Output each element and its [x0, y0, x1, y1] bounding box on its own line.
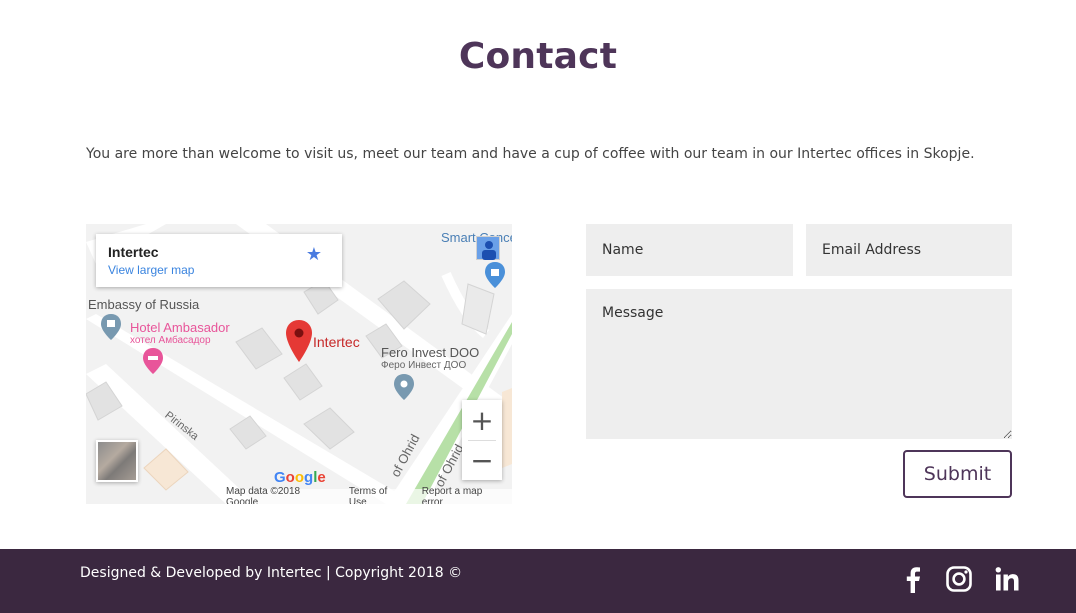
- poi-label-fero[interactable]: Fero Invest DOO: [381, 345, 479, 360]
- google-logo: Google: [274, 469, 326, 486]
- embassy-pin-icon[interactable]: [101, 314, 121, 340]
- hotel-pin-icon[interactable]: [143, 348, 163, 374]
- marker-label[interactable]: Intertec: [313, 334, 360, 350]
- zoom-in-button[interactable]: +: [462, 400, 502, 440]
- place-card-title: Intertec: [108, 244, 159, 260]
- page-title: Contact: [458, 36, 618, 77]
- instagram-icon[interactable]: [945, 565, 973, 593]
- map-attribution-bar: Map data ©2018 Google Terms of Use Repor…: [226, 485, 512, 505]
- poi-label-fero-cyrillic: Феро Инвест ДОО: [381, 360, 467, 371]
- zoom-out-button[interactable]: −: [462, 440, 502, 480]
- map-data-text: Map data ©2018 Google: [226, 485, 301, 505]
- name-field[interactable]: [586, 224, 793, 276]
- zoom-controls: + −: [462, 400, 502, 480]
- satellite-toggle[interactable]: [96, 440, 138, 482]
- poi-label-hotel-cyrillic: хотел Амбасадор: [130, 335, 211, 346]
- contact-page: Contact You are more than welcome to vis…: [0, 0, 1076, 613]
- star-icon[interactable]: ★: [306, 244, 322, 265]
- site-footer: Designed & Developed by Intertec | Copyr…: [0, 549, 1076, 613]
- copyright-text: Designed & Developed by Intertec | Copyr…: [80, 565, 463, 581]
- fero-pin-icon[interactable]: [394, 374, 414, 400]
- email-field[interactable]: [806, 224, 1012, 276]
- report-error-link[interactable]: Report a map error: [422, 486, 506, 505]
- shopping-pin-icon[interactable]: [485, 262, 505, 288]
- place-card: Intertec View larger map ★: [96, 234, 342, 287]
- pegman-icon[interactable]: [476, 236, 500, 260]
- intro-text: You are more than welcome to visit us, m…: [86, 146, 975, 162]
- submit-button[interactable]: Submit: [903, 450, 1012, 498]
- google-map[interactable]: Smart Concept Embassy of Russia Hotel Am…: [86, 224, 512, 504]
- message-field[interactable]: [586, 289, 1012, 439]
- terms-link[interactable]: Terms of Use: [349, 486, 408, 505]
- facebook-icon[interactable]: [899, 565, 927, 593]
- view-larger-map-link[interactable]: View larger map: [108, 263, 194, 277]
- location-marker-icon[interactable]: [286, 320, 312, 362]
- poi-label-hotel[interactable]: Hotel Ambasador: [130, 320, 230, 335]
- linkedin-icon[interactable]: [993, 565, 1021, 593]
- poi-label-embassy[interactable]: Embassy of Russia: [88, 297, 199, 312]
